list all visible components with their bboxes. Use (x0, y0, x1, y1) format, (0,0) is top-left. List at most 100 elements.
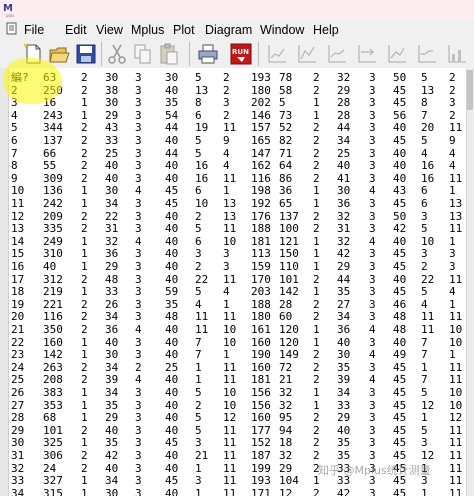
data-cell: 161 (251, 323, 271, 336)
menu-window[interactable]: Window (260, 22, 304, 38)
mplus-logo-icon: M plus (2, 0, 18, 20)
data-editor[interactable]: 編?63230330521937823235052255225023834013… (9, 68, 466, 496)
data-cell: 39 (105, 373, 119, 387)
print-icon[interactable] (197, 42, 219, 66)
menu-plot[interactable]: Plot (173, 22, 195, 38)
data-cell: 40 (165, 83, 179, 97)
data-row: 27353135340210156321333451210276 (9, 399, 466, 412)
data-cell: 45 (165, 184, 179, 198)
data-row: 313062423402111187322353451211271 (9, 449, 466, 462)
cut-icon[interactable] (106, 42, 128, 66)
paste-icon[interactable] (158, 42, 180, 66)
data-row: 85524034016416264240340164275 (9, 159, 466, 172)
plot-icon[interactable] (386, 42, 408, 66)
data-cell: 11 (449, 171, 463, 185)
open-folder-icon[interactable] (48, 42, 70, 66)
data-cell: 11 (223, 222, 237, 236)
data-cell: 3 (135, 398, 142, 412)
data-cell: 193 (251, 474, 271, 488)
document-icon[interactable] (5, 22, 18, 35)
menu-diagram[interactable]: Diagram (205, 22, 252, 38)
data-cell: 344 (43, 121, 63, 135)
data-cell: 2 (81, 121, 88, 135)
data-cell: 1 (313, 247, 320, 261)
data-cell: 150 (279, 247, 299, 261)
data-cell: 198 (251, 184, 271, 198)
plot-icon[interactable] (326, 42, 348, 66)
data-cell: 2 (313, 360, 320, 374)
data-cell: 1 (81, 474, 88, 488)
data-cell: 40 (393, 171, 407, 185)
data-cell: 32 (279, 398, 293, 412)
data-cell: 72 (279, 360, 293, 374)
save-icon[interactable] (75, 42, 97, 66)
data-cell: 8 (195, 96, 202, 110)
data-cell: 3 (369, 386, 376, 399)
menu-mplus[interactable]: Mplus (131, 22, 164, 38)
data-cell: 1 (313, 335, 320, 349)
toolbar-separator (101, 42, 102, 66)
data-cell: 1 (81, 386, 88, 399)
data-cell: 100 (279, 222, 299, 236)
data-cell: 165 (251, 134, 271, 147)
data-cell: 116 (251, 171, 271, 185)
data-cell: 3 (369, 96, 376, 110)
data-cell: 40 (337, 159, 351, 173)
data-cell: 10 (449, 335, 463, 349)
plot-icon[interactable] (446, 42, 468, 66)
data-cell: 11 (223, 272, 237, 286)
data-row: 2426323422511116072235345111262 (9, 361, 466, 374)
data-cell: 6 (195, 184, 202, 198)
menu-help[interactable]: Help (313, 22, 339, 38)
data-cell: 2 (313, 373, 320, 387)
scrollbar-thumb[interactable] (467, 70, 473, 110)
vertical-scrollbar[interactable] (466, 68, 474, 496)
data-row: 1731224834022111701012443402211291 (9, 273, 466, 286)
data-cell: 36 (337, 197, 351, 210)
data-cell: 3 (369, 335, 376, 349)
data-cell: 3 (135, 108, 142, 122)
plot-icon[interactable] (296, 42, 318, 66)
data-cell: 12 (421, 449, 435, 462)
data-cell: 4 (135, 184, 142, 198)
data-cell: 86 (279, 171, 293, 185)
plot-icon[interactable] (266, 42, 288, 66)
data-cell: 335 (43, 222, 63, 236)
new-file-icon[interactable] (22, 42, 44, 66)
menu-file[interactable]: File (24, 22, 44, 38)
data-cell: 40 (165, 222, 179, 236)
data-cell: 199 (251, 461, 271, 475)
menu-edit[interactable]: Edit (65, 22, 87, 38)
data-cell: 2 (421, 260, 428, 273)
data-cell: 40 (165, 159, 179, 173)
data-cell: 45 (393, 386, 407, 399)
data-cell: 2 (313, 71, 320, 84)
data-cell: 10 (223, 335, 237, 349)
data-cell: 3 (369, 197, 376, 210)
data-cell: 11 (449, 310, 463, 324)
data-cell: 35 (165, 297, 179, 311)
data-cell: 137 (43, 134, 63, 147)
data-cell: 1 (81, 398, 88, 412)
copy-icon[interactable] (132, 42, 154, 66)
menu-view[interactable]: View (96, 22, 123, 38)
data-cell: 2 (195, 209, 202, 223)
data-cell: 45 (393, 134, 407, 147)
data-cell: 11 (449, 436, 463, 450)
plot-icon[interactable] (416, 42, 438, 66)
watermark: 知乎 @Mplus统计测量 (318, 464, 431, 477)
data-cell: 45 (393, 247, 407, 261)
data-cell: 34 (105, 386, 119, 399)
data-cell: 45 (393, 285, 407, 299)
data-cell: 1 (449, 184, 456, 198)
data-cell: 10 (421, 234, 435, 248)
data-cell: 21 (195, 449, 209, 462)
data-cell: 2 (81, 272, 88, 286)
plot-icon[interactable] (356, 42, 378, 66)
run-icon[interactable]: RUN (230, 42, 252, 66)
data-cell: 3 (369, 71, 376, 84)
data-cell: 1 (81, 348, 88, 362)
data-cell: 82 (279, 134, 293, 147)
data-cell: 31 (105, 222, 119, 236)
data-cell: 4 (11, 108, 18, 122)
